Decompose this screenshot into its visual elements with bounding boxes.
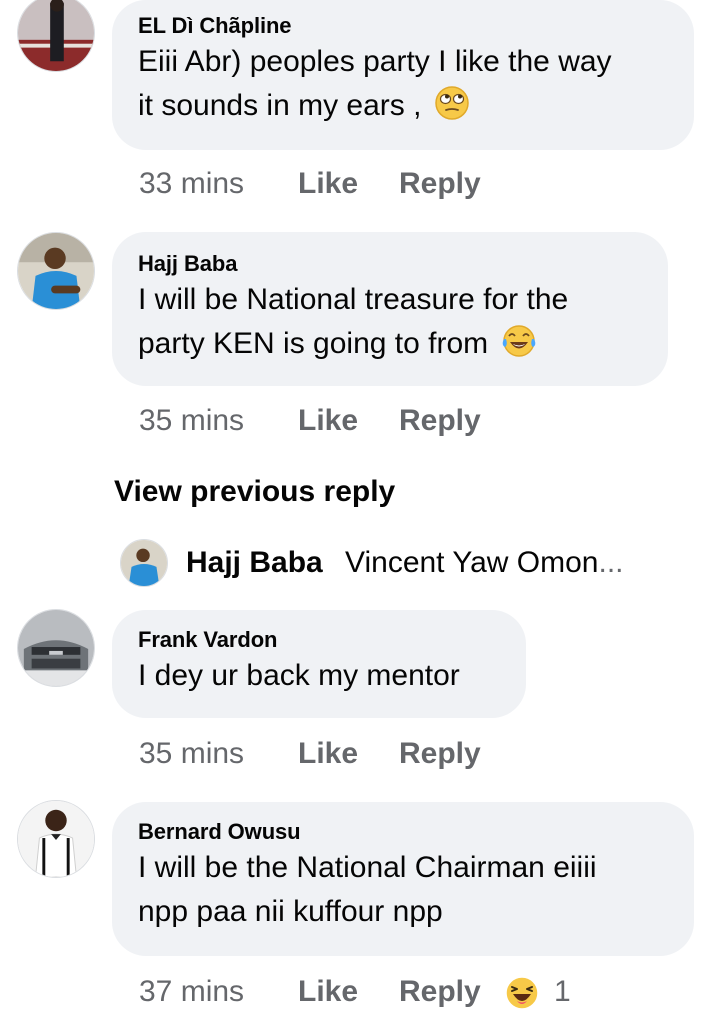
- avatar[interactable]: [17, 0, 95, 72]
- reply-button[interactable]: Reply: [399, 164, 481, 204]
- comment-text-line: party KEN is going to from: [138, 327, 489, 360]
- reply-text-content: Vincent Yaw Omon: [345, 546, 599, 579]
- comment-author[interactable]: Frank Vardon: [138, 626, 500, 654]
- comment-text-line: I will be the National Chairman eiiii: [138, 851, 597, 884]
- avatar-photo: [18, 801, 94, 877]
- reply-preview[interactable]: Hajj Baba Vincent Yaw Omon...: [120, 537, 700, 589]
- comment-timestamp[interactable]: 37 mins: [139, 972, 244, 1012]
- avatar-photo: [18, 0, 94, 71]
- haha-reaction-icon[interactable]: [505, 976, 539, 1010]
- avatar[interactable]: [17, 609, 95, 687]
- avatar[interactable]: [17, 232, 95, 310]
- reply-author[interactable]: Hajj Baba: [186, 543, 323, 583]
- comment-timestamp[interactable]: 35 mins: [139, 734, 244, 774]
- comment-bubble[interactable]: Bernard Owusu I will be the National Cha…: [112, 802, 694, 956]
- comment-text-line: it sounds in my ears ,: [138, 89, 422, 122]
- comment-timestamp[interactable]: 35 mins: [139, 401, 244, 441]
- comment-bubble[interactable]: EL Dì Chãpline Eiii Abr) peoples party I…: [112, 0, 694, 150]
- reply-button[interactable]: Reply: [399, 972, 481, 1012]
- comment-author[interactable]: Bernard Owusu: [138, 818, 668, 846]
- reply-ellipsis: ...: [598, 546, 624, 579]
- comment-author[interactable]: EL Dì Chãpline: [138, 12, 668, 40]
- avatar-photo: [18, 610, 94, 686]
- reply-text: Vincent Yaw Omon...: [345, 543, 624, 583]
- comment-text-line: I dey ur back my mentor: [138, 659, 460, 692]
- avatar[interactable]: [17, 800, 95, 878]
- comment-bubble[interactable]: Hajj Baba I will be National treasure fo…: [112, 232, 668, 386]
- like-button[interactable]: Like: [298, 164, 358, 204]
- comment-author[interactable]: Hajj Baba: [138, 250, 642, 278]
- comment-text-line: I will be National treasure for the: [138, 283, 569, 316]
- comment-timestamp[interactable]: 33 mins: [139, 164, 244, 204]
- reply-button[interactable]: Reply: [399, 734, 481, 774]
- like-button[interactable]: Like: [298, 972, 358, 1012]
- comment-bubble[interactable]: Frank Vardon I dey ur back my mentor: [112, 610, 526, 718]
- avatar-photo: [18, 233, 94, 309]
- tears-of-joy-emoji-icon: [502, 325, 535, 357]
- view-previous-reply-link[interactable]: View previous reply: [114, 472, 395, 512]
- rolling-eyes-emoji-icon: [435, 86, 469, 120]
- avatar-photo: [121, 540, 167, 586]
- reaction-count[interactable]: 1: [554, 972, 571, 1012]
- reply-button[interactable]: Reply: [399, 401, 481, 441]
- comment-text-line: Eiii Abr) peoples party I like the way: [138, 45, 612, 78]
- like-button[interactable]: Like: [298, 734, 358, 774]
- comment-text-line: npp paa nii kuffour npp: [138, 895, 443, 928]
- avatar[interactable]: [120, 539, 168, 587]
- like-button[interactable]: Like: [298, 401, 358, 441]
